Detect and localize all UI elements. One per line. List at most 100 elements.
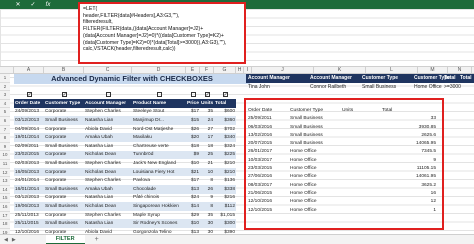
column-header[interactable]: I [244,67,252,73]
filter-value-cell[interactable]: Home Office [412,83,442,92]
table-cell[interactable]: Stephen Charles [84,108,132,117]
cancel-icon[interactable]: ✕ [14,1,22,8]
table-cell[interactable]: Corporate [44,211,84,220]
table-cell[interactable]: $14 [186,202,200,211]
row-header[interactable]: 9 [0,142,10,152]
table-cell[interactable]: 19/06/2013 [14,202,44,211]
table-cell[interactable]: Corporate [44,194,84,203]
table-cell[interactable]: $15 [186,116,200,125]
table-cell[interactable]: 24/09/2013 [14,108,44,117]
checkbox-account-manager[interactable] [105,91,111,97]
table-cell[interactable]: Small Business [44,142,84,151]
table-cell[interactable]: 19/01/2014 [14,133,44,142]
checkbox-product-name[interactable] [156,91,162,97]
table-cell[interactable]: 8 [200,202,214,211]
table-cell[interactable]: 03/12/2013 [14,194,44,203]
column-header[interactable]: A [14,67,44,73]
table-cell[interactable]: Steeleye Stout [132,108,186,117]
table-cell[interactable]: Pavlova [132,176,186,185]
table-cell[interactable]: Singaporean Hokkien [132,202,186,211]
table-cell[interactable]: Stephen Charles [84,159,132,168]
table-cell[interactable]: 17 [200,133,214,142]
table-cell[interactable]: Corporate [44,108,84,117]
next-sheet-icon[interactable]: ▶ [12,237,16,243]
table-cell[interactable]: 10 [200,167,214,177]
table-cell[interactable]: $24 [186,194,200,203]
column-header[interactable]: B [44,67,84,73]
table-cell[interactable]: $225 [214,150,236,160]
table-cell[interactable]: $9 [186,150,200,160]
row-header[interactable]: 16 [0,202,10,212]
row-header[interactable]: 10 [0,151,10,160]
table-header[interactable]: Product Name [132,99,186,108]
column-header[interactable]: F [200,67,214,73]
table-cell[interactable]: Small Business [44,219,84,228]
table-cell[interactable]: $338 [214,184,236,194]
table-header[interactable]: Order Date [14,99,44,108]
table-cell[interactable]: Nicholas Dean [84,167,132,177]
table-cell[interactable]: Manjimup Dr... [132,116,186,125]
table-cell[interactable]: 35 [200,211,214,220]
table-cell[interactable]: Small Business [44,184,84,194]
table-cell[interactable]: Chocolade [132,184,186,194]
table-cell[interactable]: Nicholas Dean [84,150,132,160]
table-cell[interactable]: Small Business [44,159,84,168]
row-header[interactable]: 5 [0,108,10,117]
table-cell[interactable]: $300 [214,219,236,228]
row-header[interactable]: 12 [0,168,10,178]
sheet-tab-filter[interactable]: FILTER [45,234,85,244]
table-cell[interactable]: Corporate [44,125,84,134]
checkbox-price[interactable] [190,91,196,97]
row-header[interactable]: 7 [0,125,10,135]
table-cell[interactable]: $216 [214,194,236,203]
table-cell[interactable]: 04/09/2014 [14,125,44,134]
table-cell[interactable]: $210 [214,167,236,177]
table-cell[interactable]: $210 [214,159,236,168]
table-cell[interactable]: 18 [200,142,214,151]
row-header[interactable]: 13 [0,177,10,186]
table-cell[interactable]: 27 [200,125,214,134]
table-cell[interactable]: Amaka Ubah [84,133,132,142]
column-header[interactable]: D [132,67,186,73]
table-cell[interactable]: $702 [214,125,236,134]
row-header[interactable]: 11 [0,159,10,169]
table-cell[interactable]: Small Business [44,202,84,211]
table-cell[interactable]: Abiola David [84,125,132,134]
table-cell[interactable]: $20 [186,133,200,142]
table-cell[interactable]: Natasha Lian [84,219,132,228]
table-cell[interactable]: Tunnbröd [132,150,186,160]
table-cell[interactable]: Corporate [44,167,84,177]
row-header[interactable]: 14 [0,185,10,195]
table-cell[interactable]: $26 [186,125,200,134]
table-cell[interactable]: Maxilaku [132,133,186,142]
table-cell[interactable]: 24/01/2014 [14,176,44,185]
table-cell[interactable]: 26 [200,184,214,194]
filter-value-cell[interactable]: Tina John [246,83,308,92]
table-cell[interactable]: $112 [214,202,236,211]
filter-value-cell[interactable]: Small Business [360,83,412,92]
table-cell[interactable]: 24 [200,116,214,125]
formula-editor[interactable]: =LET( header,FILTER(data[#Headers],A3:G3… [78,2,246,64]
column-header[interactable]: E [186,67,200,73]
table-cell[interactable]: Pâté chinois [132,194,186,203]
table-cell[interactable]: Nord-Ost Matjeshe [132,125,186,134]
table-cell[interactable]: $324 [214,142,236,151]
column-header[interactable]: L [366,67,418,73]
column-header[interactable]: K [314,67,366,73]
table-cell[interactable]: 16/01/2014 [14,184,44,194]
table-cell[interactable]: $17 [186,108,200,117]
table-cell[interactable]: 25 [200,150,214,160]
confirm-icon[interactable]: ✓ [29,1,37,8]
filter-value-cell[interactable]: >=3000 [442,83,474,92]
filter-value-cell[interactable]: Connor Railbeth [308,83,360,92]
column-header[interactable]: M [418,67,448,73]
corner-cell[interactable] [0,67,14,73]
table-cell[interactable]: 16/05/2013 [14,167,44,177]
checkbox-customer-type[interactable]: ✓ [61,91,67,97]
table-header[interactable]: Customer Type [44,99,84,108]
prev-sheet-icon[interactable]: ◀ [4,237,8,243]
table-cell[interactable]: Chartreuse verte [132,142,186,151]
table-cell[interactable]: Corporate [44,133,84,142]
table-header[interactable]: Price [186,99,200,108]
row-header[interactable]: 17 [0,211,10,221]
